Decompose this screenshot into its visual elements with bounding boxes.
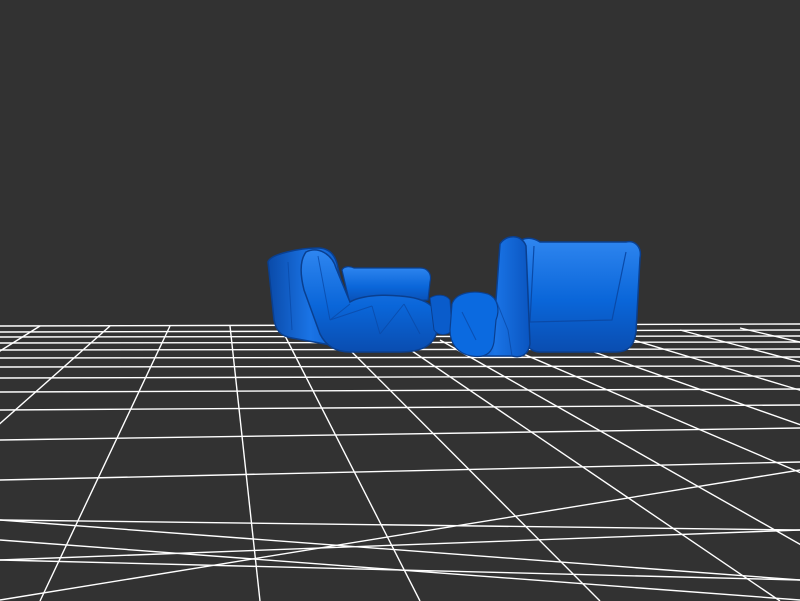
grid-line (0, 356, 800, 359)
scene-canvas[interactable] (0, 0, 800, 601)
3d-viewport[interactable] (0, 0, 800, 601)
grid-line (0, 365, 800, 368)
right-armchair-front (449, 291, 499, 358)
right-armchair-back (519, 237, 642, 353)
